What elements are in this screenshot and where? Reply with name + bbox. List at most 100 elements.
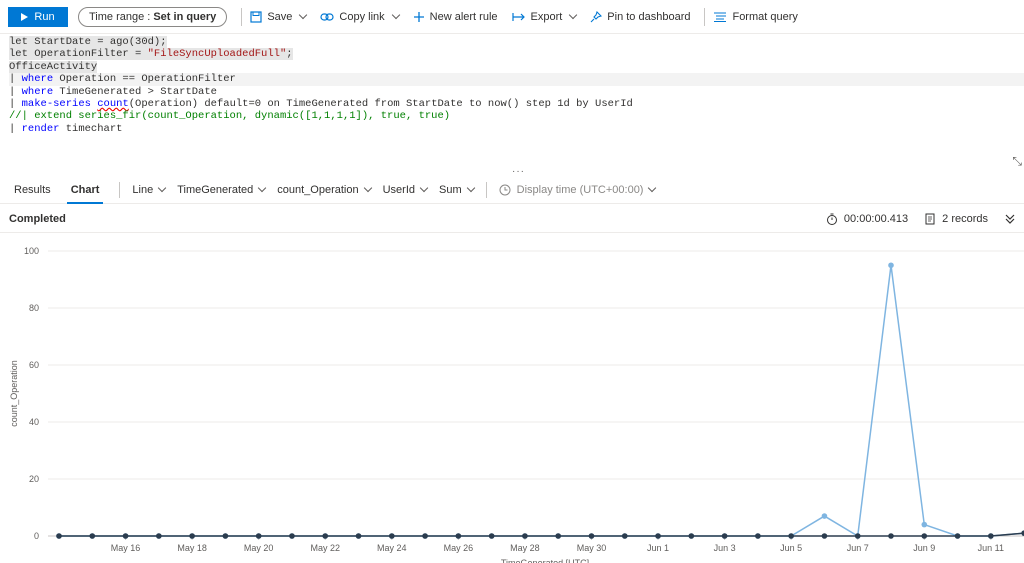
chevron-down-icon: [299, 10, 308, 20]
code-line: OfficeActivity: [9, 60, 1024, 73]
series-line: [59, 532, 1024, 537]
chevron-down-icon: [157, 183, 167, 193]
y-axis-value: count_Operation: [277, 183, 359, 196]
export-button[interactable]: Export: [511, 10, 578, 23]
x-tick-label: May 24: [377, 543, 407, 553]
timechart-svg: 0 20 40 60 80 100 count_Operation May 16 May 18 M…: [9, 246, 1024, 563]
x-axis-value: TimeGenerated: [177, 183, 254, 196]
x-tick-label: Jun 7: [847, 543, 869, 553]
code-token: |: [9, 85, 22, 98]
data-point: [189, 533, 195, 539]
chevron-down-icon: [569, 10, 578, 20]
resize-icon[interactable]: ⤡: [1012, 154, 1022, 169]
time-range-button[interactable]: Time range : Set in query: [78, 6, 228, 27]
new-alert-rule-button[interactable]: New alert rule: [413, 11, 498, 23]
y-axis-dropdown[interactable]: count_Operation: [277, 183, 372, 196]
export-icon: [511, 12, 525, 21]
code-line-7: //| extend series_fir(count_Operation, d…: [9, 110, 451, 123]
code-line-2: let OperationFilter = "FileSyncUploadedF…: [9, 48, 293, 61]
data-point: [755, 533, 761, 539]
run-label: Run: [34, 10, 55, 23]
record-count: 2 records: [942, 213, 988, 225]
code-token: Operation == OperationFilter: [53, 73, 236, 86]
tab-chart-label: Chart: [70, 183, 100, 196]
display-time-dropdown[interactable]: Display time (UTC+00:00): [499, 183, 657, 196]
data-point: [56, 533, 62, 539]
keyword: count: [97, 97, 129, 110]
data-point: [255, 533, 262, 539]
code-line: | where Operation == OperationFilter: [9, 73, 1024, 86]
query-editor[interactable]: let StartDate = ago(30d); let OperationF…: [0, 35, 1024, 170]
data-point: [488, 533, 495, 539]
x-axis-dropdown[interactable]: TimeGenerated: [177, 183, 267, 196]
time-range-prefix: Time range :: [89, 10, 151, 23]
data-point: [555, 533, 561, 539]
export-label: Export: [530, 10, 563, 23]
timechart: 0 20 40 60 80 100 count_Operation May 16 May 18 M…: [0, 234, 1024, 563]
stopwatch-icon: [826, 213, 837, 225]
link-icon: [320, 12, 334, 21]
chevron-double-down-icon[interactable]: [1004, 213, 1016, 225]
aggregation-dropdown[interactable]: Sum: [439, 183, 475, 196]
string-literal: "FileSyncUploadedFull": [147, 48, 287, 61]
code-line: let OperationFilter = "FileSyncUploadedF…: [9, 48, 1024, 61]
data-point: [289, 533, 295, 539]
format-label: Format query: [732, 10, 798, 23]
tabs-divider: [485, 181, 487, 198]
query-duration: 00:00:00.413: [843, 213, 909, 225]
run-button[interactable]: Run: [8, 6, 68, 27]
status-bar: Completed 00:00:00.413 2 records: [0, 205, 1024, 233]
chevron-down-icon: [466, 183, 475, 193]
y-tick-label: 40: [29, 417, 39, 427]
aggregation-value: Sum: [439, 183, 462, 196]
code-line: let StartDate = ago(30d);: [9, 36, 1024, 48]
split-by-value: UserId: [382, 183, 415, 196]
format-query-button[interactable]: Format query: [713, 10, 798, 23]
plus-icon: [413, 11, 424, 22]
toolbar: Run Time range : Set in query Save Copy …: [0, 0, 1024, 34]
keyword: render: [21, 122, 60, 135]
x-tick-label: May 28: [510, 543, 540, 553]
play-icon: [21, 12, 29, 21]
pin-label: Pin to dashboard: [607, 10, 691, 23]
tab-results[interactable]: Results: [14, 176, 51, 204]
y-tick-label: 20: [29, 474, 39, 484]
keyword: make-series: [21, 97, 91, 110]
x-tick-label: Jun 5: [780, 543, 802, 553]
tab-chart[interactable]: Chart: [66, 176, 104, 204]
data-point: [688, 533, 695, 539]
chevron-down-icon: [258, 183, 267, 193]
data-point: [621, 533, 628, 539]
data-point: [588, 533, 595, 539]
status-right: 00:00:00.413 2 records: [826, 205, 1016, 233]
x-tick-label: Jun 1: [647, 543, 669, 553]
x-tick-label: May 16: [111, 543, 141, 553]
chevron-down-icon: [648, 183, 657, 193]
code-line-3: OfficeActivity: [9, 60, 98, 73]
data-point: [721, 533, 728, 539]
code-line: | make-series count(Operation) default=0…: [9, 98, 1024, 110]
copy-link-button[interactable]: Copy link: [320, 11, 400, 23]
y-tick-label: 80: [29, 303, 39, 313]
x-tick-label: May 26: [444, 543, 474, 553]
data-point: [522, 533, 528, 539]
keyword: where: [21, 85, 54, 98]
data-point: [156, 533, 162, 539]
x-tick-label: Jun 3: [714, 543, 736, 553]
format-icon: [714, 12, 727, 22]
x-tick-label: Jun 11: [978, 543, 1004, 553]
chevron-down-icon: [363, 183, 372, 193]
y-tick-label: 60: [29, 360, 39, 370]
data-point: [389, 533, 395, 539]
pin-to-dashboard-button[interactable]: Pin to dashboard: [590, 10, 691, 23]
chart-type-dropdown[interactable]: Line: [132, 183, 167, 196]
data-point: [422, 533, 428, 539]
save-icon: [250, 10, 262, 23]
save-button[interactable]: Save: [250, 10, 308, 23]
split-by-dropdown[interactable]: UserId: [382, 183, 429, 196]
data-point: [888, 533, 894, 539]
time-range-value: Set in query: [153, 10, 217, 23]
query-status: Completed: [9, 212, 66, 225]
code-token: TimeGenerated > StartDate: [53, 85, 217, 98]
data-point: [322, 533, 329, 539]
